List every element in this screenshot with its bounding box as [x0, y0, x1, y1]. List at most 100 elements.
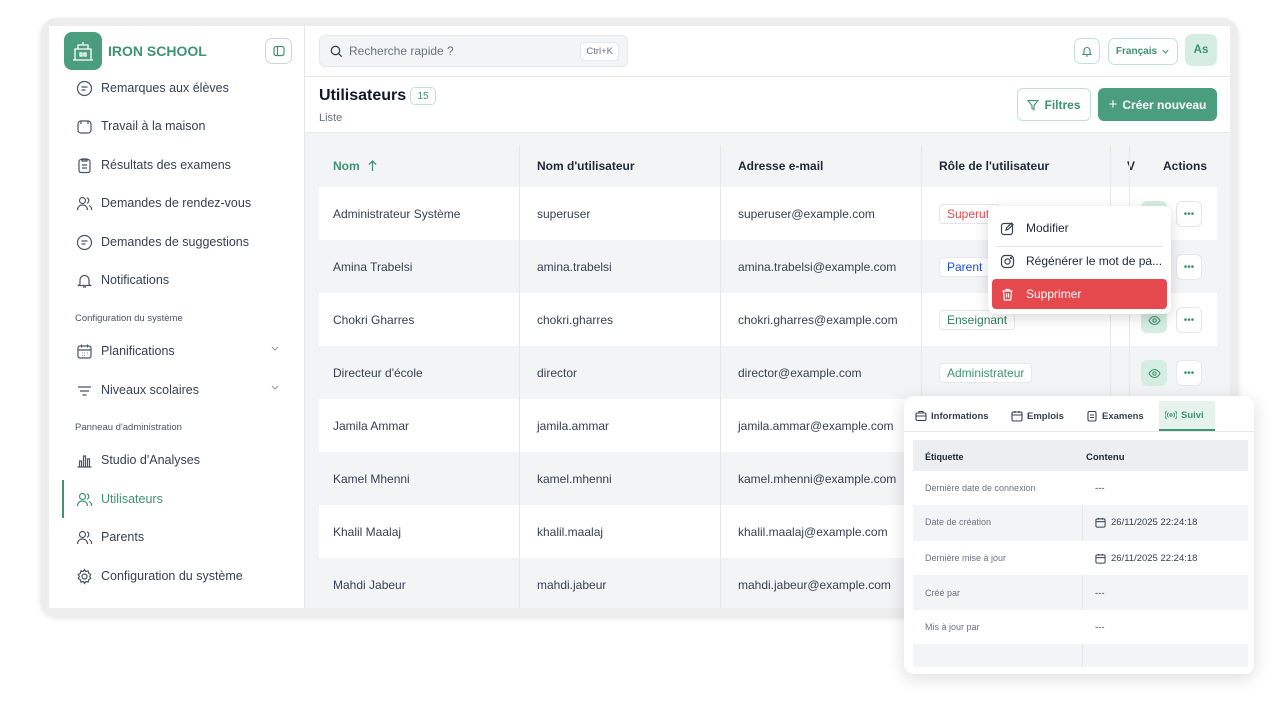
chevron-down-icon[interactable] — [270, 382, 280, 395]
filters-label: Filtres — [1044, 97, 1081, 112]
col-header-role[interactable]: Rôle de l'utilisateur — [939, 145, 1049, 187]
search-placeholder: Recherche rapide ? — [349, 44, 454, 58]
bag-icon — [75, 117, 93, 135]
tracking-row: Dernière date de connexion --- — [913, 471, 1248, 505]
sidebar-item-parents[interactable]: Parents — [75, 525, 144, 549]
sidebar-item-label: Studio d'Analyses — [101, 453, 200, 467]
menu-item-edit[interactable]: Modifier — [992, 213, 1167, 243]
sidebar-item-remarques[interactable]: Remarques aux élèves — [75, 76, 229, 100]
plus-icon: + — [1108, 96, 1118, 113]
tab-emplois[interactable]: Emplois — [1005, 401, 1070, 431]
menu-item-label: Régénérer le mot de pa... — [1026, 254, 1163, 268]
instagram-style-icon — [1000, 254, 1018, 269]
cell-email: kamel.mhenni@example.com — [738, 471, 897, 486]
tab-label: Informations — [931, 410, 989, 422]
sidebar-item-label: Remarques aux élèves — [101, 81, 229, 95]
active-indicator — [62, 480, 64, 518]
tracking-row: Dernière mise à jour 26/11/2025 22:24:18 — [913, 541, 1248, 575]
row-value: 26/11/2025 22:24:18 — [1095, 505, 1197, 539]
sidebar-item-resultats[interactable]: Résultats des examens — [75, 153, 231, 177]
brand[interactable]: IRON SCHOOL — [64, 32, 207, 70]
filter-lines-icon — [75, 381, 93, 399]
chevron-down-icon[interactable] — [270, 343, 280, 356]
sidebar-toggle-button[interactable] — [265, 38, 292, 64]
sidebar-section-config: Configuration du système — [75, 313, 183, 324]
col-header-email[interactable]: Adresse e-mail — [738, 145, 823, 187]
cell-username: kamel.mhenni — [537, 471, 612, 486]
cell-email: amina.trabelsi@example.com — [738, 259, 897, 274]
school-logo-icon — [64, 32, 102, 70]
more-actions-button[interactable]: ••• — [1176, 360, 1202, 386]
sidebar-item-label: Demandes de suggestions — [101, 235, 250, 249]
cell-email: director@example.com — [738, 365, 862, 380]
sidebar-item-rendez-vous[interactable]: Demandes de rendez-vous — [75, 191, 251, 215]
filters-button[interactable]: Filtres — [1017, 88, 1091, 121]
header-label: Étiquette — [925, 452, 964, 462]
edit-icon — [1000, 221, 1018, 236]
search-shortcut: Ctrl+K — [580, 42, 619, 61]
bell-icon — [1081, 47, 1093, 57]
sidebar-item-configuration[interactable]: Configuration du système — [75, 564, 243, 588]
sidebar-item-travail[interactable]: Travail à la maison — [75, 114, 205, 138]
more-dots-icon: ••• — [1183, 367, 1195, 379]
tracking-row: Date de création 26/11/2025 22:24:18 — [913, 505, 1248, 539]
sidebar-item-studio[interactable]: Studio d'Analyses — [75, 448, 200, 472]
tab-informations[interactable]: Informations — [909, 401, 995, 431]
sidebar-item-planifications[interactable]: Planifications — [75, 339, 175, 363]
sidebar-item-label: Travail à la maison — [101, 119, 206, 133]
more-actions-button[interactable]: ••• — [1176, 201, 1202, 227]
page-header: Utilisateurs 15 Liste Filtres + Créer no… — [305, 77, 1230, 133]
menu-item-delete[interactable]: Supprimer — [992, 279, 1167, 309]
tab-suivi[interactable]: Suivi — [1159, 401, 1215, 431]
trash-icon — [1000, 287, 1018, 302]
cell-username: jamila.ammar — [537, 418, 610, 433]
cell-role: Administrateur — [939, 346, 1033, 399]
sidebar-item-label: Niveaux scolaires — [101, 383, 199, 397]
cell-name: Khalil Maalaj — [333, 524, 402, 539]
eye-icon — [1147, 368, 1161, 378]
tab-examens[interactable]: Examens — [1080, 401, 1150, 431]
more-actions-button[interactable]: ••• — [1176, 254, 1202, 280]
gear-icon — [75, 567, 93, 585]
eye-icon — [1147, 315, 1161, 325]
topbar: Recherche rapide ? Ctrl+K Français As — [305, 26, 1230, 77]
column-divider — [519, 145, 520, 608]
row-value: --- — [1095, 621, 1105, 633]
page-subtitle: Liste — [319, 112, 343, 124]
row-context-menu: Modifier Régénérer le mot de pa... Suppr… — [988, 206, 1171, 314]
row-value: --- — [1095, 587, 1105, 599]
briefcase-icon — [915, 410, 927, 422]
more-dots-icon: ••• — [1183, 314, 1195, 326]
cell-username: chokri.gharres — [537, 312, 614, 327]
col-header-username[interactable]: Nom d'utilisateur — [537, 145, 635, 187]
chevron-down-icon — [1162, 49, 1169, 54]
menu-item-label: Modifier — [1026, 221, 1069, 235]
cell-name: Kamel Mhenni — [333, 471, 410, 486]
sidebar-item-niveaux[interactable]: Niveaux scolaires — [75, 378, 199, 402]
menu-item-reset-password[interactable]: Régénérer le mot de pa... — [992, 246, 1167, 276]
col-header-name[interactable]: Nom — [333, 145, 377, 187]
create-button[interactable]: + Créer nouveau — [1098, 88, 1217, 121]
calendar-icon — [75, 342, 93, 360]
users-icon — [75, 490, 93, 508]
cell-role: Parent — [939, 240, 991, 293]
role-badge: Administrateur — [939, 362, 1033, 383]
users-icon — [75, 194, 93, 212]
search-input[interactable]: Recherche rapide ? Ctrl+K — [319, 35, 628, 67]
row-label: Mis à jour par — [925, 622, 980, 632]
row-value: 26/11/2025 22:24:18 — [1095, 541, 1197, 575]
table-row[interactable]: Directeur d'école director director@exam… — [319, 346, 1217, 399]
more-actions-button[interactable]: ••• — [1176, 307, 1202, 333]
sidebar-item-utilisateurs[interactable]: Utilisateurs — [75, 487, 163, 511]
row-label: Créé par — [925, 588, 961, 598]
tab-label: Suivi — [1181, 409, 1204, 421]
avatar[interactable]: As — [1185, 34, 1217, 66]
cell-username: khalil.maalaj — [537, 524, 604, 539]
sidebar-item-notifications[interactable]: Notifications — [75, 268, 169, 292]
view-button[interactable] — [1141, 360, 1167, 386]
calendar-icon — [1095, 517, 1106, 528]
language-select[interactable]: Français — [1108, 38, 1178, 65]
notifications-button[interactable] — [1074, 38, 1100, 64]
tab-label: Emplois — [1027, 410, 1064, 422]
sidebar-item-suggestions[interactable]: Demandes de suggestions — [75, 230, 249, 254]
